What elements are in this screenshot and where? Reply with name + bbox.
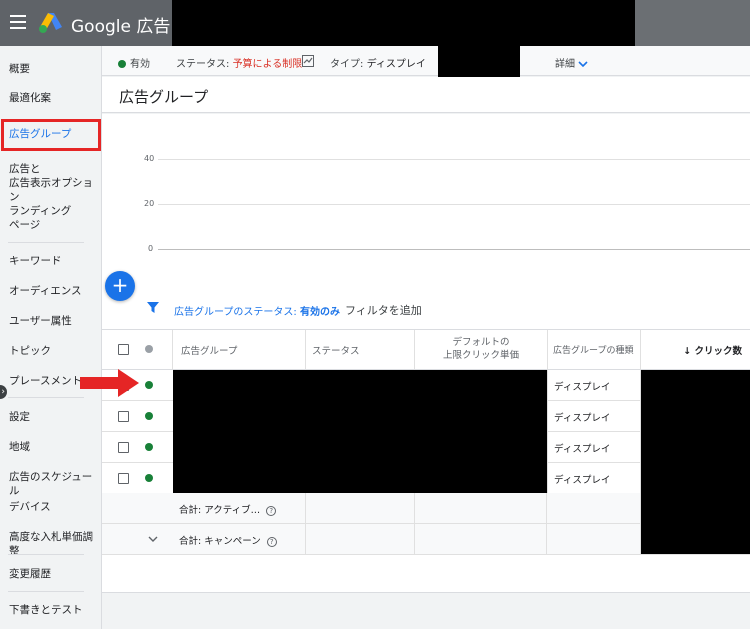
enabled-status: 有効 [118,55,150,70]
sidebar-item-settings[interactable]: 設定 [0,410,102,424]
header-select [102,330,173,370]
total-label: 合計: アクティブ…? [173,493,306,524]
header-ad-group-type[interactable]: 広告グループの種類 [548,330,641,370]
sort-arrow-icon: ↓ [683,346,695,357]
header-default-max-cpc[interactable]: デフォルトの 上限クリック単価 [415,330,548,370]
campaign-status-bar: 有効 ステータス: 予算による制限 タイプ: ディスプレイ 詳細 [102,46,750,77]
cell-type: ディスプレイ [547,432,641,463]
total-cell [306,493,415,524]
google-ads-logo-icon [39,13,62,33]
status-info: ステータス: 予算による制限 [176,59,303,70]
sidebar-item-overview[interactable]: 概要 [0,62,102,76]
cell-type: ディスプレイ [547,401,641,432]
sidebar-item-ads-extensions[interactable]: 広告と 広告表示オプション [0,162,102,204]
enabled-dot-icon [145,474,153,482]
sidebar-item-devices[interactable]: デバイス [0,500,102,514]
enabled-dot-icon [145,381,153,389]
help-icon[interactable]: ? [266,536,277,547]
row-checkbox[interactable] [118,473,129,484]
sidebar-item-recommendations[interactable]: 最適化案 [0,91,102,105]
grid-line [158,159,750,160]
total-label: 合計: キャンペーン? [173,524,306,555]
sidebar-item-topics[interactable]: トピック [0,344,102,358]
details-toggle[interactable]: 詳細 [555,55,588,70]
total-cell [547,493,641,524]
page-title: 広告グループ [119,88,209,106]
hamburger-menu-icon[interactable] [10,15,26,29]
sidebar-item-audiences[interactable]: オーディエンス [0,284,102,298]
header-ad-group[interactable]: 広告グループ [173,330,306,370]
sidebar-item-demographics[interactable]: ユーザー属性 [0,314,102,328]
help-icon[interactable]: ? [266,505,277,516]
select-all-checkbox[interactable] [118,344,129,355]
divider [8,242,84,243]
enabled-dot-icon [118,60,126,68]
sidebar-item-ad-schedule[interactable]: 広告のスケジュール [0,470,102,498]
chevron-down-icon [578,61,588,68]
cell-type: ディスプレイ [547,370,641,401]
performance-chart: 40 20 0 [102,114,750,288]
row-checkbox[interactable] [118,411,129,422]
toolbar-area [635,0,750,46]
enabled-dot-icon [145,443,153,451]
header-clicks[interactable]: ↓ クリック数 [641,330,750,370]
add-filter-button[interactable]: フィルタを追加 [345,302,422,318]
active-filter-chip[interactable]: 広告グループのステータス: 有効のみ [174,303,340,318]
divider [8,591,84,592]
header-status[interactable]: ステータス [306,330,415,370]
footer-area [102,592,750,629]
sidebar-item-locations[interactable]: 地域 [0,440,102,454]
baseline [158,249,750,250]
divider [8,397,84,398]
top-app-bar: Google 広告 [0,0,750,46]
chart-tick-label: 40 [144,154,155,163]
trend-chart-icon[interactable] [302,55,314,67]
cell-type: ディスプレイ [547,463,641,494]
redacted-block [173,370,547,493]
total-cell [547,524,641,555]
total-cell [415,493,547,524]
page-header: 広告グループ [102,77,750,113]
grid-line [158,204,750,205]
redacted-block [172,0,635,46]
chart-tick-label: 0 [148,244,154,253]
row-checkbox[interactable] [118,442,129,453]
sidebar-item-change-history[interactable]: 変更履歴 [0,567,102,581]
filter-icon[interactable] [147,302,159,314]
status-warning[interactable]: 予算による制限 [233,59,303,70]
enabled-dot-icon [145,412,153,420]
status-header-dot-icon [145,345,153,353]
sidebar-item-landing-pages[interactable]: ランディング ページ [0,204,102,232]
total-cell [415,524,547,555]
total-cell [306,524,415,555]
brand-title: Google 広告 [71,17,171,37]
chevron-down-icon[interactable] [148,536,158,543]
sidebar-nav: 概要 最適化案 広告グループ 広告と 広告表示オプション ランディング ページ … [0,46,102,629]
plus-icon: + [111,273,129,297]
filter-bar: 広告グループのステータス: 有効のみ フィルタを追加 [102,288,750,330]
type-info: タイプ: ディスプレイ [330,59,426,70]
red-arrow-annotation-icon [80,369,139,397]
redacted-block [438,46,520,77]
add-ad-group-button[interactable]: + [105,271,135,301]
sidebar-item-ad-groups[interactable]: 広告グループ [0,127,102,141]
divider [8,554,84,555]
redacted-block [641,370,750,554]
sidebar-item-drafts-experiments[interactable]: 下書きとテスト [0,603,102,617]
chart-tick-label: 20 [144,199,155,208]
sidebar-item-keywords[interactable]: キーワード [0,254,102,268]
